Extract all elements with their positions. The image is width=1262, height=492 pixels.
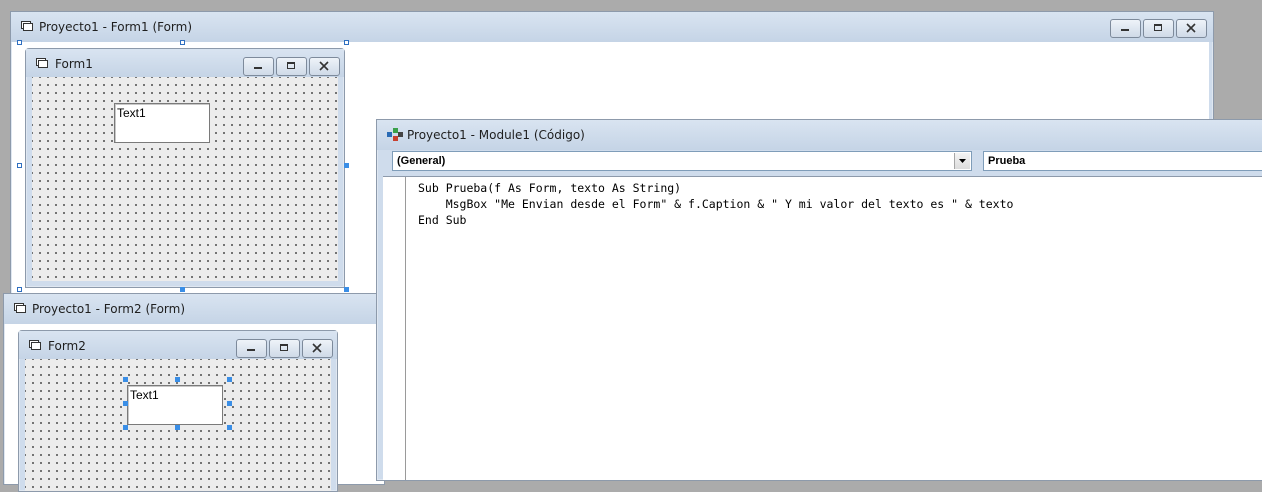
selection-handle[interactable] (123, 377, 128, 382)
form-window-icon (14, 303, 26, 313)
selection-handle[interactable] (180, 287, 185, 292)
procedure-combo-value: Prueba (988, 155, 1026, 167)
close-button[interactable] (302, 339, 333, 358)
minimize-button[interactable] (236, 339, 267, 358)
form1-design-grid[interactable]: Text1 (32, 77, 338, 281)
form-window-icon (21, 21, 33, 31)
form2-titlebar[interactable]: Form2 (19, 331, 337, 359)
selection-handle[interactable] (17, 287, 22, 292)
code-window-title: Proyecto1 - Module1 (Código) (407, 128, 585, 142)
restore-button[interactable] (1143, 19, 1174, 38)
selection-handle[interactable] (123, 401, 128, 406)
form1-textbox[interactable]: Text1 (114, 103, 210, 143)
minimize-icon (247, 349, 255, 351)
form2-form[interactable]: Form2 Text1 (18, 330, 338, 492)
object-combo-dropdown[interactable] (954, 153, 970, 169)
selection-handle[interactable] (17, 163, 22, 168)
form2-caption: Form2 (48, 339, 86, 353)
form1-designer-titlebar[interactable]: Proyecto1 - Form1 (Form) (11, 12, 1213, 42)
form1-titlebar[interactable]: Form1 (26, 49, 344, 77)
code-margin (383, 177, 406, 480)
selection-handle[interactable] (344, 163, 349, 168)
selection-handle[interactable] (344, 40, 349, 45)
form-icon (36, 58, 48, 68)
form2-controls (234, 339, 333, 358)
close-icon (319, 61, 329, 71)
selection-handle[interactable] (227, 377, 232, 382)
object-combo-value: (General) (397, 155, 446, 167)
selection-handle[interactable] (227, 425, 232, 430)
code-line[interactable]: Sub Prueba(f As Form, texto As String) (418, 180, 681, 196)
selection-handle[interactable] (175, 425, 180, 430)
close-icon (1186, 23, 1196, 33)
restore-button[interactable] (276, 57, 307, 76)
restore-icon (287, 62, 295, 69)
minimize-icon (254, 67, 262, 69)
minimize-button[interactable] (243, 57, 274, 76)
restore-button[interactable] (269, 339, 300, 358)
close-button[interactable] (1176, 19, 1207, 38)
code-window[interactable]: Proyecto1 - Module1 (Código) (General) P… (376, 119, 1262, 481)
selection-handle[interactable] (180, 40, 185, 45)
form1-designer-title: Proyecto1 - Form1 (Form) (39, 20, 193, 34)
close-button[interactable] (309, 57, 340, 76)
form-icon (29, 340, 41, 350)
code-line[interactable]: End Sub (418, 212, 466, 228)
form2-designer-title: Proyecto1 - Form2 (Form) (32, 302, 186, 316)
restore-icon (280, 344, 288, 351)
procedure-combo[interactable]: Prueba (983, 151, 1262, 171)
form1-form[interactable]: Form1 Text1 (25, 48, 345, 288)
code-window-titlebar[interactable]: Proyecto1 - Module1 (Código) (377, 120, 1262, 150)
object-combo[interactable]: (General) (392, 151, 972, 171)
selection-handle[interactable] (123, 425, 128, 430)
selection-handle[interactable] (344, 287, 349, 292)
code-line[interactable]: MsgBox "Me Envian desde el Form" & f.Cap… (418, 196, 1014, 212)
selection-handle[interactable] (227, 401, 232, 406)
code-editor[interactable]: Sub Prueba(f As Form, texto As String) M… (383, 176, 1262, 480)
selection-handle[interactable] (17, 40, 22, 45)
minimize-button[interactable] (1110, 19, 1141, 38)
form2-designer-window[interactable]: Proyecto1 - Form2 (Form) Form2 Text1 (3, 293, 385, 492)
selection-handle[interactable] (175, 377, 180, 382)
form2-textbox[interactable]: Text1 (127, 385, 223, 425)
form1-controls (241, 57, 340, 76)
minimize-icon (1121, 29, 1129, 31)
restore-icon (1154, 24, 1162, 31)
form1-caption: Form1 (55, 57, 93, 71)
form2-designer-titlebar[interactable]: Proyecto1 - Form2 (Form) (4, 294, 384, 324)
close-icon (312, 343, 322, 353)
module-icon (387, 128, 403, 141)
chevron-down-icon (959, 159, 966, 163)
form1-designer-controls (1108, 19, 1207, 38)
